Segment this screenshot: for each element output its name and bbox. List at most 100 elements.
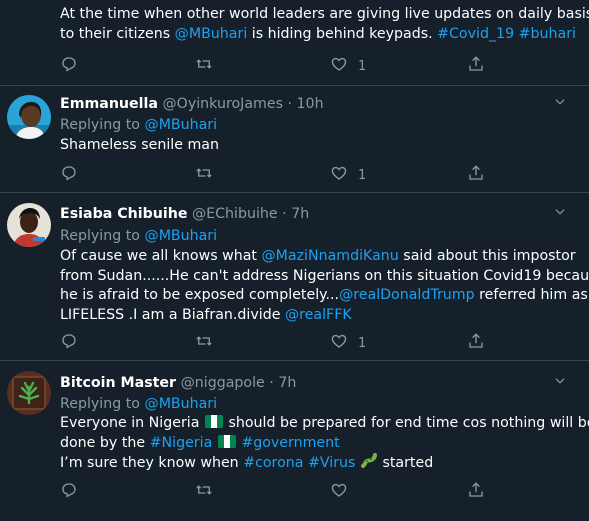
replying-to: Replying to @MBuhari (60, 394, 217, 414)
author-handle[interactable]: @OyinkuroJames (162, 96, 282, 112)
replying-handle-link[interactable]: @MBuhari (145, 117, 218, 133)
text-run: from Sudan......He can't address Nigeria… (60, 267, 589, 284)
share-button[interactable] (467, 54, 485, 78)
mention-link[interactable]: @realFFK (285, 307, 352, 323)
tweet-text: Of cause we all knows what @MaziNnamdiKa… (60, 247, 589, 325)
microbe-icon (360, 453, 378, 469)
tweet-header: Emmanuella @OyinkuroJames · 10h (60, 95, 324, 113)
like-icon (330, 332, 348, 354)
avatar[interactable] (7, 95, 51, 139)
text-run: I’m sure they know when (60, 455, 244, 471)
share-button[interactable] (467, 163, 485, 187)
retweet-button[interactable] (195, 331, 213, 355)
tweet-text: At the time when other world leaders are… (60, 5, 589, 44)
chevron-down-icon[interactable] (553, 95, 567, 109)
tweet-header: Esiaba Chibuihe @EChibuihe · 7h (60, 205, 309, 223)
reply-button[interactable] (60, 54, 78, 78)
retweet-button[interactable] (195, 480, 213, 504)
share-icon (467, 55, 485, 77)
text-run: Shameless senile man (60, 137, 219, 153)
chevron-down-icon[interactable] (553, 205, 567, 219)
text-run: At the time when other world leaders are… (60, 6, 589, 22)
like-button[interactable] (330, 480, 358, 504)
replying-to: Replying to @MBuhari (60, 115, 217, 135)
reply-icon (60, 332, 78, 354)
retweet-icon (195, 332, 213, 354)
tweet-1[interactable]: Emmanuella @OyinkuroJames · 10h Replying… (0, 85, 589, 193)
tweet-line: At the time when other world leaders are… (60, 5, 589, 25)
text-run: started (377, 455, 434, 471)
author-handle[interactable]: @niggapole (181, 375, 265, 391)
reply-button[interactable] (60, 163, 78, 187)
mention-link[interactable]: @realDonaldTrump (339, 287, 475, 303)
reply-button[interactable] (60, 480, 78, 504)
nigeria-flag-icon (217, 434, 236, 448)
hashtag-link[interactable]: #Covid_19 (437, 26, 514, 42)
text-run: should be prepared for end time cos noth… (223, 415, 589, 431)
author-name[interactable]: Emmanuella (60, 96, 158, 112)
tweet-actions: 1 (60, 54, 580, 78)
author-name[interactable]: Esiaba Chibuihe (60, 206, 187, 222)
reply-icon (60, 164, 78, 186)
reply-button[interactable] (60, 331, 78, 355)
share-icon (467, 164, 485, 186)
tweet-time[interactable]: 10h (297, 96, 324, 112)
like-icon (330, 481, 348, 503)
avatar[interactable] (7, 371, 51, 415)
replying-handle-link[interactable]: @MBuhari (145, 228, 218, 244)
share-icon (467, 332, 485, 354)
retweet-icon (195, 55, 213, 77)
replying-handle-link[interactable]: @MBuhari (145, 396, 218, 412)
mention-link[interactable]: @MaziNnamdiKanu (261, 248, 398, 264)
share-icon (467, 481, 485, 503)
hashtag-link[interactable]: #corona (243, 455, 303, 471)
tweet-actions (60, 480, 580, 504)
like-button[interactable]: 1 (330, 54, 366, 78)
text-run: is hiding behind keypads. (247, 25, 438, 42)
replying-to: Replying to @MBuhari (60, 226, 217, 246)
hashtag-link[interactable]: #government (241, 435, 339, 451)
text-run: Everyone in Nigeria (60, 415, 204, 431)
tweet-line: Everyone in Nigeria should be prepared f… (60, 414, 589, 434)
like-button[interactable]: 1 (330, 331, 366, 355)
author-name[interactable]: Bitcoin Master (60, 375, 176, 391)
hashtag-link[interactable]: #Virus (308, 455, 355, 471)
retweet-button[interactable] (195, 54, 213, 78)
like-icon (330, 164, 348, 186)
hashtag-link[interactable]: #Nigeria (150, 435, 213, 451)
text-run: referred him as (474, 287, 588, 303)
text-run: done by the (60, 434, 150, 451)
like-icon (330, 55, 348, 77)
like-button[interactable]: 1 (330, 163, 366, 187)
tweet-line: he is afraid to be exposed completely...… (60, 286, 588, 306)
share-button[interactable] (467, 480, 485, 504)
avatar[interactable] (7, 203, 51, 247)
tweet-text: Everyone in Nigeria should be prepared f… (60, 414, 589, 474)
retweet-icon (195, 481, 213, 503)
nigeria-flag-icon (204, 415, 223, 428)
text-run: LIFELESS .I am a Biafran.divide (60, 306, 285, 323)
tweet-3[interactable]: Bitcoin Master @niggapole · 7h Replying … (0, 361, 589, 521)
tweet-time[interactable]: 7h (291, 206, 309, 222)
hashtag-link[interactable]: #buhari (519, 26, 576, 42)
author-handle[interactable]: @EChibuihe (192, 206, 278, 222)
share-button[interactable] (467, 331, 485, 355)
tweet-line: Of cause we all knows what @MaziNnamdiKa… (60, 247, 580, 267)
tweet-time[interactable]: 7h (278, 375, 296, 391)
mention-link[interactable]: @MBuhari (175, 26, 248, 42)
reply-icon (60, 55, 78, 77)
text-run (212, 435, 217, 451)
separator-dot: · (269, 375, 274, 391)
separator-dot: · (287, 96, 292, 112)
tweet-2[interactable]: Esiaba Chibuihe @EChibuihe · 7h Replying… (0, 193, 589, 361)
text-run: to their citizens (60, 25, 175, 42)
reply-icon (60, 481, 78, 503)
retweet-button[interactable] (195, 163, 213, 187)
chevron-down-icon[interactable] (553, 374, 567, 388)
replying-prefix: Replying to (60, 396, 145, 412)
replying-prefix: Replying to (60, 228, 145, 244)
text-run: he is afraid to be exposed completely... (60, 287, 340, 303)
tweet-0[interactable]: At the time when other world leaders are… (0, 0, 589, 86)
tweet-line: I’m sure they know when #corona #Virus s… (60, 453, 580, 474)
like-count: 1 (358, 167, 367, 183)
